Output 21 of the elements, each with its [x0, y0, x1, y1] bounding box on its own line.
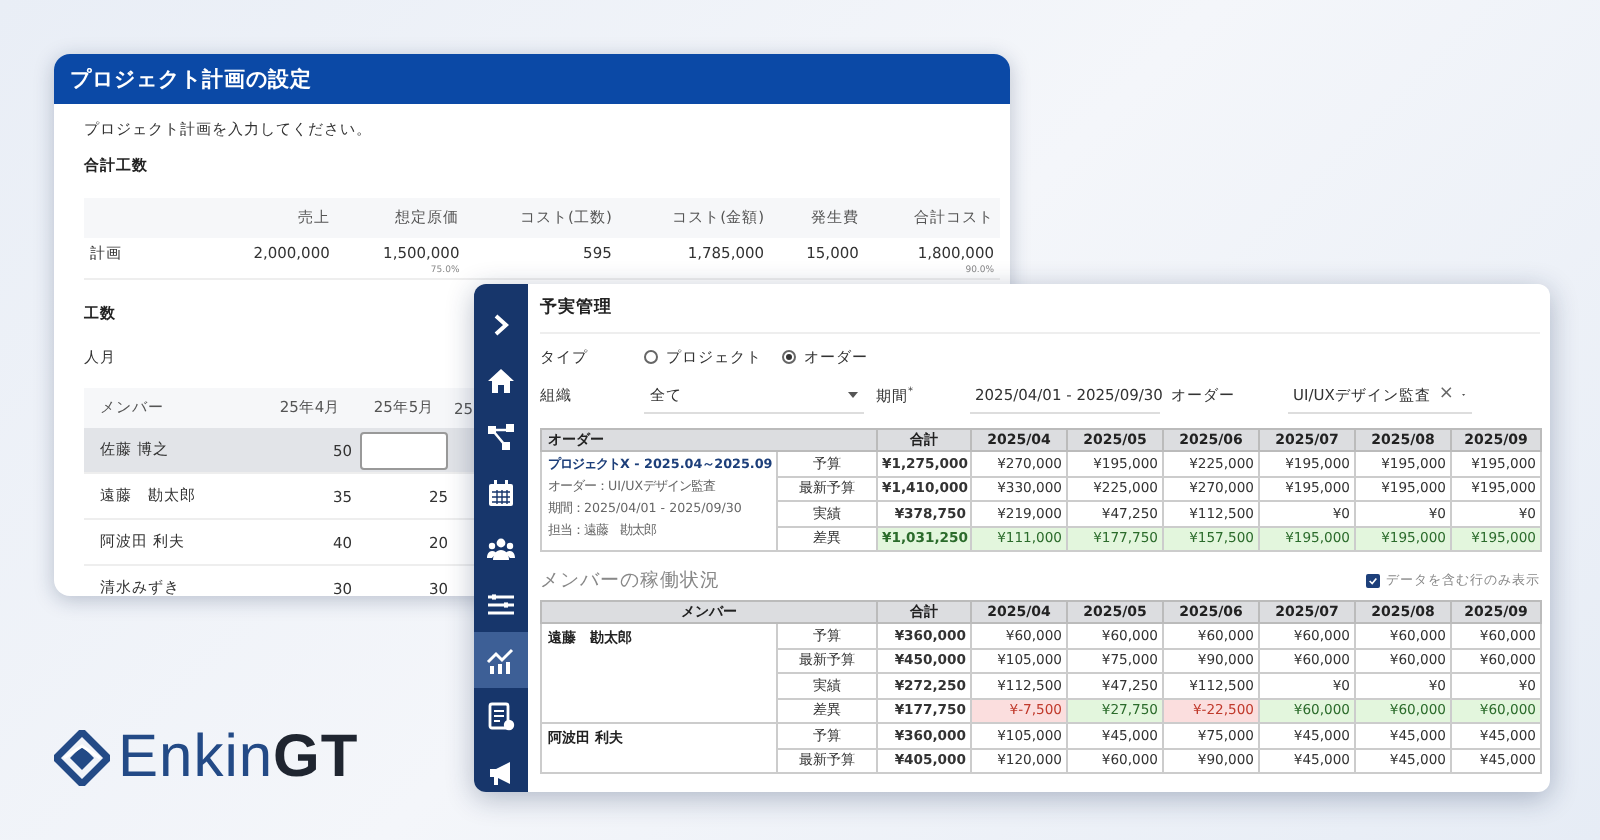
clear-icon[interactable]: ×: [1438, 386, 1454, 404]
input-field[interactable]: [360, 431, 448, 469]
people-icon: [486, 533, 516, 563]
window-title: 予実管理: [540, 284, 1540, 334]
list-icon: [486, 589, 516, 619]
calendar-icon: [486, 477, 516, 507]
logo-text: EnkinGT: [118, 724, 359, 792]
caret-icon[interactable]: [848, 392, 858, 398]
diamond-logo-icon: [54, 730, 110, 786]
document-icon: [486, 701, 516, 731]
network-icon: [486, 421, 516, 451]
radio-button[interactable]: [782, 350, 796, 364]
chart-icon: [486, 645, 516, 675]
section-heading: メンバーの稼働状況: [540, 568, 720, 594]
sidebar-item[interactable]: [474, 632, 528, 688]
window-title: プロジェクト計画の設定: [54, 54, 1010, 104]
home-icon: [486, 365, 516, 395]
radio-button[interactable]: [644, 350, 658, 364]
megaphone-icon: [486, 757, 516, 787]
checkbox[interactable]: [1366, 574, 1380, 588]
check-icon: [1368, 576, 1378, 586]
